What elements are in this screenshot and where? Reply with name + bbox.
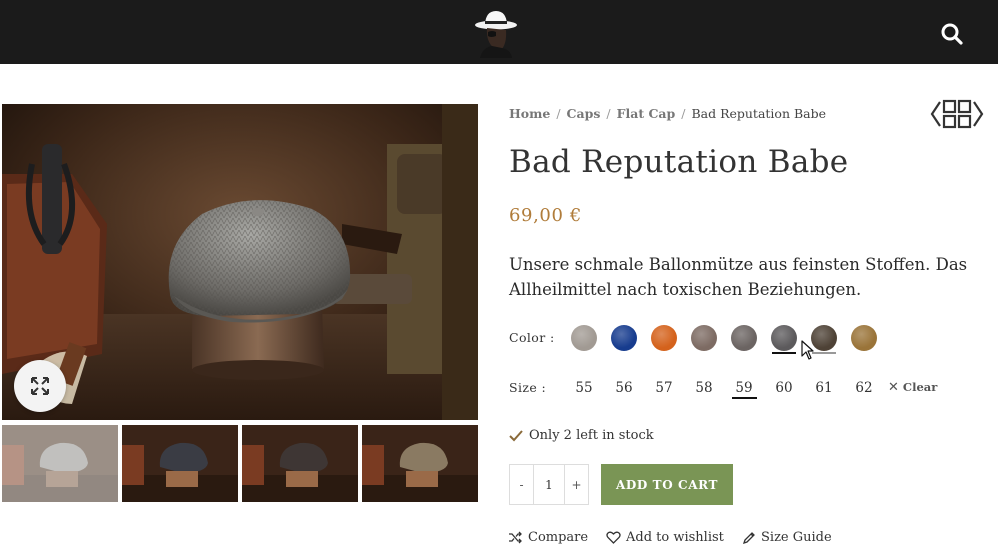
site-header xyxy=(0,0,998,64)
size-guide-link[interactable]: Size Guide xyxy=(742,530,832,545)
size-option-58[interactable]: 58 xyxy=(691,380,717,396)
product-price: 69,00 € xyxy=(509,205,582,226)
size-guide-label: Size Guide xyxy=(761,530,832,545)
clear-label: Clear xyxy=(902,380,938,394)
quantity-increase-button[interactable]: + xyxy=(565,465,588,504)
thumbnail-3[interactable] xyxy=(242,425,358,502)
breadcrumb-caps[interactable]: Caps xyxy=(567,106,601,121)
heart-icon xyxy=(606,531,621,544)
search-icon[interactable] xyxy=(938,20,966,48)
size-selected-indicator xyxy=(732,397,757,399)
thumbnail-4[interactable] xyxy=(362,425,478,502)
stock-status: Only 2 left in stock xyxy=(509,428,654,443)
size-label: Size : xyxy=(509,380,547,395)
breadcrumb-flat-cap[interactable]: Flat Cap xyxy=(617,106,676,121)
checkmark-icon xyxy=(509,429,523,441)
close-icon: ✕ xyxy=(888,380,899,395)
thumbnail-strip xyxy=(2,425,478,502)
add-to-cart-button[interactable]: ADD TO CART xyxy=(601,464,733,505)
color-label: Color : xyxy=(509,330,555,345)
breadcrumb-home[interactable]: Home xyxy=(509,106,550,121)
breadcrumb: Home / Caps / Flat Cap / Bad Reputation … xyxy=(509,106,826,121)
product-navigation-grid-icon[interactable] xyxy=(930,98,984,130)
size-option-55[interactable]: 55 xyxy=(571,380,597,396)
breadcrumb-current: Bad Reputation Babe xyxy=(691,106,827,121)
size-option-60[interactable]: 60 xyxy=(771,380,797,396)
swatch-selected-indicator xyxy=(772,352,796,354)
color-swatch-8[interactable] xyxy=(851,325,877,351)
size-option-57[interactable]: 57 xyxy=(651,380,677,396)
hat-man-logo-icon[interactable] xyxy=(474,8,518,58)
thumbnail-2[interactable] xyxy=(122,425,238,502)
shuffle-icon xyxy=(509,531,522,544)
add-to-wishlist-link[interactable]: Add to wishlist xyxy=(606,530,724,545)
product-main-image[interactable] xyxy=(2,104,478,420)
thumbnail-1[interactable] xyxy=(2,425,118,502)
pencil-icon xyxy=(742,531,755,544)
stock-text: Only 2 left in stock xyxy=(529,428,654,443)
size-option-62[interactable]: 62 xyxy=(851,380,877,396)
color-swatch-5[interactable] xyxy=(731,325,757,351)
quantity-stepper: - + xyxy=(509,464,589,505)
color-swatch-6[interactable] xyxy=(771,325,797,351)
breadcrumb-separator: / xyxy=(606,106,611,121)
color-swatch-4[interactable] xyxy=(691,325,717,351)
product-description: Unsere schmale Ballonmütze aus feinsten … xyxy=(509,255,968,299)
size-option-56[interactable]: 56 xyxy=(611,380,637,396)
mouse-cursor-icon xyxy=(801,340,814,360)
color-swatch-3[interactable] xyxy=(651,325,677,351)
swatch-hover-indicator xyxy=(812,352,836,354)
quantity-input[interactable] xyxy=(533,465,565,504)
breadcrumb-separator: / xyxy=(681,106,686,121)
breadcrumb-separator: / xyxy=(556,106,561,121)
size-option-61[interactable]: 61 xyxy=(811,380,837,396)
size-option-59[interactable]: 59 xyxy=(731,380,757,396)
product-title: Bad Reputation Babe xyxy=(509,144,849,180)
color-swatch-1[interactable] xyxy=(571,325,597,351)
wishlist-label: Add to wishlist xyxy=(626,530,724,545)
clear-selection-button[interactable]: ✕ Clear xyxy=(888,380,937,395)
expand-icon xyxy=(31,377,49,395)
zoom-button[interactable] xyxy=(14,360,66,412)
compare-link[interactable]: Compare xyxy=(508,530,588,545)
color-swatch-2[interactable] xyxy=(611,325,637,351)
compare-label: Compare xyxy=(528,530,589,545)
quantity-decrease-button[interactable]: - xyxy=(510,465,533,504)
